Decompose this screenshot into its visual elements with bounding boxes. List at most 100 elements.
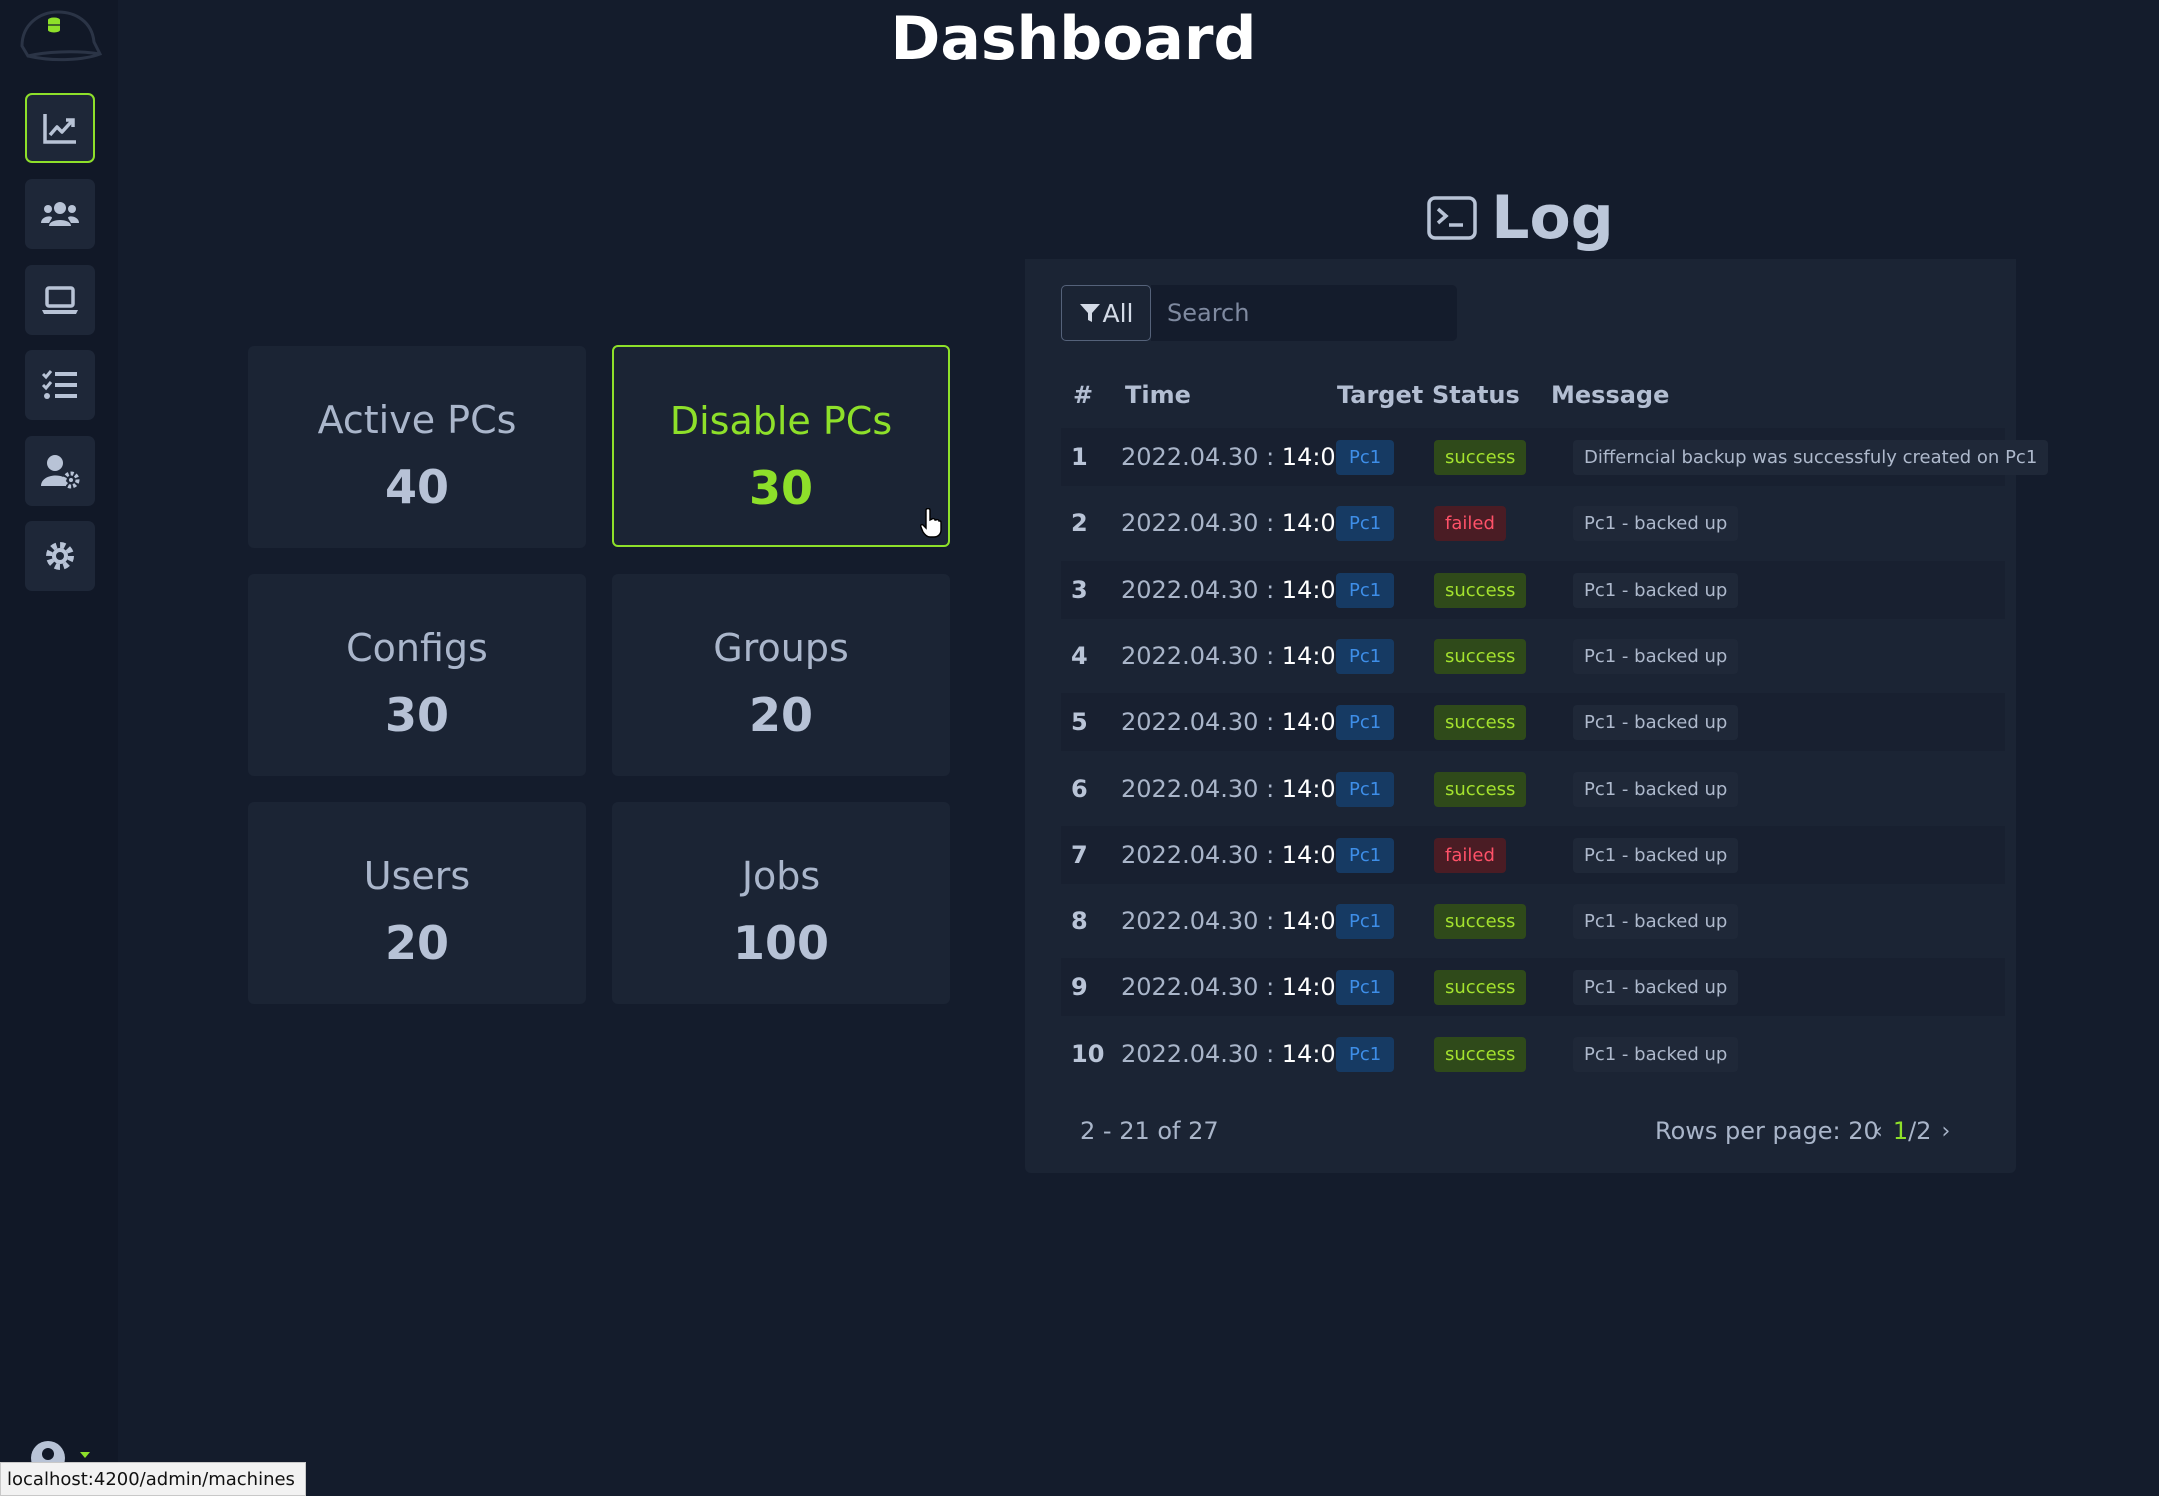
row-date: 2022.04.30 xyxy=(1121,443,1259,471)
message-badge: Pc1 - backed up xyxy=(1573,572,1739,608)
row-target: Pc1 xyxy=(1336,627,1395,685)
log-panel: Log All # Time Target Status Message 1 20… xyxy=(1025,177,2049,1173)
filter-button[interactable]: All xyxy=(1061,285,1151,341)
row-message: Pc1 - backed up xyxy=(1573,892,1739,950)
row-target: Pc1 xyxy=(1336,760,1395,818)
row-date: 2022.04.30 xyxy=(1121,841,1259,869)
nav-machines-button[interactable] xyxy=(25,265,95,335)
row-message: Pc1 - backed up xyxy=(1573,627,1739,685)
row-status: failed xyxy=(1434,494,1506,552)
search-input[interactable] xyxy=(1151,285,1457,341)
card-label: Active PCs xyxy=(317,398,517,442)
column-header-message[interactable]: Message xyxy=(1551,381,1669,409)
status-badge: success xyxy=(1434,704,1527,740)
row-date: 2022.04.30 xyxy=(1121,509,1259,537)
table-row[interactable]: 10 2022.04.30 : 14:00 Pc1 success Pc1 - back… xyxy=(1061,1025,2005,1083)
card-value: 20 xyxy=(384,916,449,970)
column-header-status[interactable]: Status xyxy=(1432,381,1520,409)
current-page: 1 xyxy=(1892,1117,1909,1145)
target-badge[interactable]: Pc1 xyxy=(1336,903,1395,939)
target-badge[interactable]: Pc1 xyxy=(1336,969,1395,1005)
message-badge: Pc1 - backed up xyxy=(1573,505,1739,541)
card-groups[interactable]: Groups 20 xyxy=(612,574,950,776)
card-value: 100 xyxy=(732,916,830,970)
row-time-separator: : xyxy=(1266,509,1275,537)
row-number: 4 xyxy=(1071,642,1088,670)
table-row[interactable]: 5 2022.04.30 : 14:00 Pc1 success Pc1 - backe… xyxy=(1061,693,2005,751)
row-time: 2022.04.30 : 14:00 xyxy=(1121,760,1351,818)
prev-page-button[interactable]: ‹ xyxy=(1874,1119,1883,1144)
terminal-icon xyxy=(1427,196,1478,240)
row-message: Pc1 - backed up xyxy=(1573,760,1739,818)
table-row[interactable]: 6 2022.04.30 : 14:00 Pc1 success Pc1 - backe… xyxy=(1061,760,2005,818)
users-group-icon xyxy=(41,202,79,226)
row-status: failed xyxy=(1434,826,1506,884)
row-time-separator: : xyxy=(1266,443,1275,471)
card-jobs[interactable]: Jobs 100 xyxy=(612,802,950,1004)
card-label: Users xyxy=(363,854,471,898)
table-row[interactable]: 2 2022.04.30 : 14:00 Pc1 failed Pc1 - backed… xyxy=(1061,494,2005,552)
row-number: 2 xyxy=(1071,509,1088,537)
row-message: Pc1 - backed up xyxy=(1573,494,1739,552)
nav-settings-button[interactable] xyxy=(25,521,95,591)
row-time: 2022.04.30 : 14:00 xyxy=(1121,693,1351,751)
card-configs[interactable]: Configs 30 xyxy=(248,574,586,776)
column-header-time[interactable]: Time xyxy=(1125,381,1191,409)
table-row[interactable]: 9 2022.04.30 : 14:00 Pc1 success Pc1 - backe… xyxy=(1061,958,2005,1016)
message-badge: Pc1 - backed up xyxy=(1573,638,1739,674)
gear-icon xyxy=(46,542,74,570)
pagination-range: 2 - 21 of 27 xyxy=(1080,1117,1219,1145)
row-status: success xyxy=(1434,958,1527,1016)
chart-line-icon xyxy=(43,114,76,144)
row-message: Pc1 - backed up xyxy=(1573,693,1739,751)
card-disable-pcs[interactable]: Disable PCs 30 xyxy=(612,345,950,547)
row-time-separator: : xyxy=(1266,775,1275,803)
target-badge[interactable]: Pc1 xyxy=(1336,505,1395,541)
row-message: Pc1 - backed up xyxy=(1573,826,1739,884)
message-badge: Pc1 - backed up xyxy=(1573,969,1739,1005)
nav-jobs-button[interactable] xyxy=(25,350,95,420)
column-header-num: # xyxy=(1073,381,1094,409)
logo-cap-icon[interactable] xyxy=(14,6,102,68)
task-list-icon xyxy=(41,370,77,399)
table-row[interactable]: 8 2022.04.30 : 14:00 Pc1 success Pc1 - backe… xyxy=(1061,892,2005,950)
next-page-button[interactable]: › xyxy=(1941,1119,1950,1144)
table-row[interactable]: 7 2022.04.30 : 14:00 Pc1 failed Pc1 - backed… xyxy=(1061,826,2005,884)
target-badge[interactable]: Pc1 xyxy=(1336,572,1395,608)
row-target: Pc1 xyxy=(1336,826,1395,884)
table-row[interactable]: 1 2022.04.30 : 14:00 Pc1 success Differncial… xyxy=(1061,428,2049,486)
row-number: 7 xyxy=(1071,841,1088,869)
filter-funnel-icon xyxy=(1079,304,1100,322)
target-badge[interactable]: Pc1 xyxy=(1336,771,1395,807)
rows-per-page[interactable]: Rows per page: 20 xyxy=(1655,1117,1879,1145)
row-target: Pc1 xyxy=(1336,693,1395,751)
target-badge[interactable]: Pc1 xyxy=(1336,1036,1395,1072)
target-badge[interactable]: Pc1 xyxy=(1336,638,1395,674)
card-active-pcs[interactable]: Active PCs 40 xyxy=(248,346,586,548)
row-date: 2022.04.30 xyxy=(1121,708,1259,736)
card-value: 30 xyxy=(748,461,813,515)
row-date: 2022.04.30 xyxy=(1121,907,1259,935)
table-row[interactable]: 3 2022.04.30 : 14:00 Pc1 success Pc1 - backe… xyxy=(1061,561,2005,619)
card-users[interactable]: Users 20 xyxy=(248,802,586,1004)
status-badge: failed xyxy=(1434,837,1506,873)
status-badge: success xyxy=(1434,903,1527,939)
row-time: 2022.04.30 : 14:00 xyxy=(1121,561,1351,619)
nav-groups-button[interactable] xyxy=(25,179,95,249)
target-badge[interactable]: Pc1 xyxy=(1336,439,1395,475)
nav-user-settings-button[interactable] xyxy=(25,436,95,506)
row-status: success xyxy=(1434,428,1527,486)
nav-dashboard-button[interactable] xyxy=(25,93,95,163)
column-header-target[interactable]: Target xyxy=(1337,381,1423,409)
table-row[interactable]: 4 2022.04.30 : 14:00 Pc1 success Pc1 - backe… xyxy=(1061,627,2005,685)
target-badge[interactable]: Pc1 xyxy=(1336,837,1395,873)
row-time-separator: : xyxy=(1266,576,1275,604)
row-status: success xyxy=(1434,693,1527,751)
status-badge: success xyxy=(1434,572,1527,608)
target-badge[interactable]: Pc1 xyxy=(1336,704,1395,740)
row-number: 6 xyxy=(1071,775,1088,803)
row-target: Pc1 xyxy=(1336,561,1395,619)
status-badge: success xyxy=(1434,638,1527,674)
log-title: Log xyxy=(1491,183,1614,253)
row-number: 10 xyxy=(1071,1040,1105,1068)
